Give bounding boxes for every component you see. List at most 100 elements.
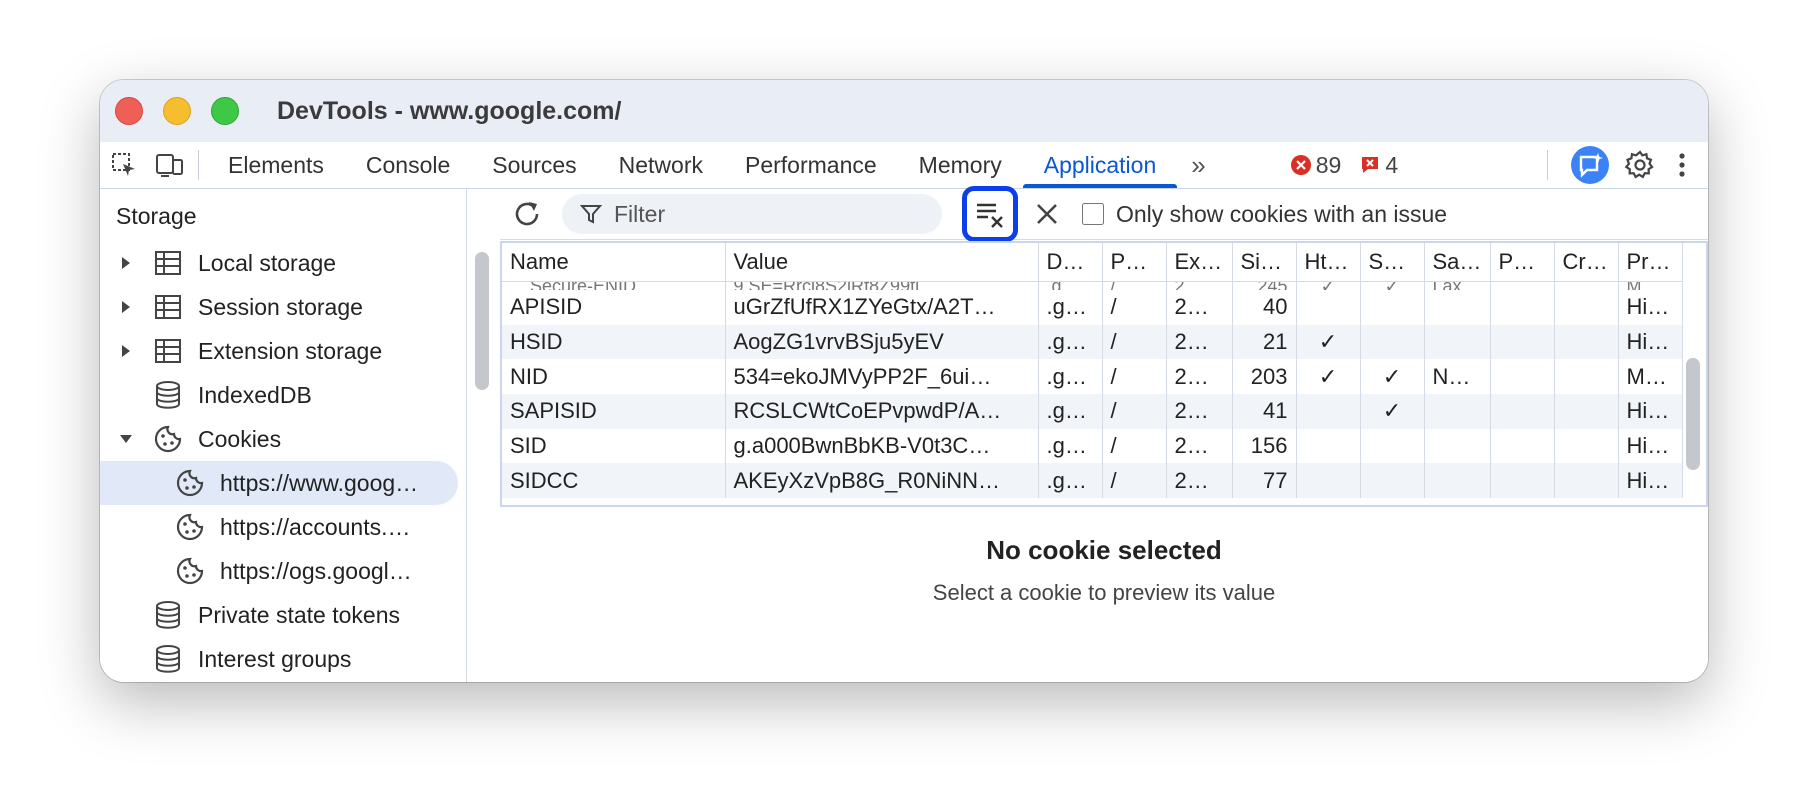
cell-secure: ✓ <box>1360 281 1425 290</box>
cell-path: / <box>1102 324 1167 360</box>
only-issues-label: Only show cookies with an issue <box>1116 200 1448 227</box>
expand-arrow-icon[interactable] <box>116 344 136 358</box>
tab-console[interactable]: Console <box>345 142 471 188</box>
tab-network[interactable]: Network <box>598 142 724 188</box>
cell-secure: ✓ <box>1360 359 1425 395</box>
column-header-name[interactable]: Name <box>502 243 726 282</box>
ai-assistance-icon[interactable] <box>1570 145 1610 185</box>
cell-httponly: ✓ <box>1296 281 1361 290</box>
cell-name: SAPISID <box>502 394 726 429</box>
column-header-httponly[interactable]: Ht… <box>1296 243 1361 282</box>
only-issues-checkbox[interactable] <box>1082 203 1104 225</box>
cell-path: / <box>1102 359 1167 395</box>
filter-input[interactable] <box>612 199 936 229</box>
tab-application[interactable]: Application <box>1022 142 1178 188</box>
column-header-value[interactable]: Value <box>725 243 1039 282</box>
cell-value: RCSLCWtCoEPvpwdP/A… <box>725 394 1039 429</box>
tab-sources[interactable]: Sources <box>471 142 597 188</box>
cell-size: 203 <box>1232 359 1297 395</box>
database-icon <box>152 601 184 629</box>
column-header-path[interactable]: P… <box>1102 243 1167 282</box>
tab-elements[interactable]: Elements <box>207 142 345 188</box>
cell-secure <box>1360 290 1425 325</box>
sidebar-item-cookie-origin-ogs[interactable]: https://ogs.googl… <box>100 549 466 593</box>
maximize-window-button[interactable] <box>211 97 239 125</box>
expand-arrow-icon[interactable] <box>116 256 136 270</box>
sidebar-item-cookie-origin-accounts[interactable]: https://accounts.… <box>100 505 466 549</box>
more-options-icon[interactable] <box>1670 149 1694 181</box>
cell-samesite <box>1424 290 1491 325</box>
close-window-button[interactable] <box>115 97 143 125</box>
refresh-icon[interactable] <box>508 199 546 229</box>
cell-value: AKEyXzVpB8G_R0NiNN… <box>725 463 1039 499</box>
cell-value: 534=ekoJMVyPP2F_6ui… <box>725 359 1039 395</box>
cell-domain: .g… <box>1038 359 1103 395</box>
cell-cross-site <box>1554 359 1619 395</box>
error-count[interactable]: 89 <box>1290 152 1341 179</box>
table-row[interactable]: SID g.a000BwnBbKB-V0t3C… .g…/2… 156 Hi… <box>502 428 1683 464</box>
cell-value: 9.SE=Rrcl8S2lRf8Z99tl… <box>725 281 1039 290</box>
sidebar-item-session-storage[interactable]: Session storage <box>100 285 466 329</box>
table-row[interactable]: SIDCC AKEyXzVpB8G_R0NiNN… .g…/2… 77 Hi… <box>502 463 1683 499</box>
column-header-size[interactable]: Si… <box>1232 243 1297 282</box>
tab-performance[interactable]: Performance <box>724 142 898 188</box>
table-scrollbar[interactable] <box>1686 358 1700 470</box>
sidebar-item-private-state-tokens[interactable]: Private state tokens <box>100 593 466 637</box>
table-row[interactable]: APISID uGrZfUfRX1ZYeGtx/A2T… .g…/2… 40 Hi… <box>502 290 1683 325</box>
delete-selected-icon[interactable] <box>1032 202 1062 226</box>
sidebar-item-label: https://www.goog… <box>220 469 419 496</box>
table-row[interactable]: SAPISID RCSLCWtCoEPvpwdP/A… .g…/2… 41 ✓ Hi… <box>502 394 1683 429</box>
table-row[interactable]: NID 534=ekoJMVyPP2F_6ui… .g…/2… 203 ✓ ✓ N… M… <box>502 359 1683 395</box>
sidebar-item-local-storage[interactable]: Local storage <box>100 241 466 285</box>
table-row-partial[interactable]: __Secure-ENID 9.SE=Rrcl8S2lRf8Z99tl… .g…… <box>502 281 1683 290</box>
column-header-samesite[interactable]: Sa… <box>1424 243 1491 282</box>
table-row[interactable]: HSID AogZG1vrvBSju5yEV .g…/2… 21 ✓ Hi… <box>502 324 1683 360</box>
cell-cross-site <box>1554 394 1619 429</box>
sidebar-item-label: Interest groups <box>198 645 352 672</box>
issue-counters[interactable]: 89 4 <box>1290 152 1398 179</box>
cookie-icon <box>174 512 206 542</box>
more-tabs-button[interactable]: » <box>1177 150 1219 181</box>
inspect-element-icon[interactable] <box>104 142 144 188</box>
error-icon <box>1290 155 1311 175</box>
cell-path: / <box>1102 290 1167 325</box>
sidebar-scrollbar[interactable] <box>475 252 489 390</box>
cell-samesite: Lax <box>1424 281 1491 290</box>
clear-all-cookies-button[interactable] <box>962 186 1018 242</box>
device-toolbar-icon[interactable] <box>150 142 190 188</box>
issue-count[interactable]: 4 <box>1359 152 1398 179</box>
sidebar-item-label: Extension storage <box>198 337 383 364</box>
cell-samesite: N… <box>1424 359 1491 395</box>
cell-value: uGrZfUfRX1ZYeGtx/A2T… <box>725 290 1039 325</box>
sidebar-item-label: Private state tokens <box>198 601 400 628</box>
sidebar-item-indexeddb[interactable]: IndexedDB <box>100 373 466 417</box>
tab-memory[interactable]: Memory <box>898 142 1023 188</box>
column-header-expires[interactable]: Ex… <box>1166 243 1233 282</box>
cell-secure <box>1360 428 1425 464</box>
column-header-priority[interactable]: Pr… <box>1618 243 1683 282</box>
sidebar-item-interest-groups[interactable]: Interest groups <box>100 637 466 681</box>
sidebar-item-cookie-origin-www-google[interactable]: https://www.goog… <box>100 461 458 505</box>
cell-priority: Hi… <box>1618 394 1683 429</box>
filter-field[interactable] <box>562 194 942 234</box>
settings-gear-icon[interactable] <box>1624 149 1656 181</box>
cell-cross-site <box>1554 324 1619 360</box>
only-issues-toggle[interactable]: Only show cookies with an issue <box>1082 201 1447 228</box>
minimize-window-button[interactable] <box>163 97 191 125</box>
cookie-preview: No cookie selected Select a cookie to pr… <box>500 507 1708 682</box>
column-header-domain[interactable]: D… <box>1038 243 1103 282</box>
column-header-cross-site[interactable]: Cr… <box>1554 243 1619 282</box>
column-header-secure[interactable]: S… <box>1360 243 1425 282</box>
cell-size: 77 <box>1232 463 1297 499</box>
sidebar-item-cookies[interactable]: Cookies <box>100 417 466 461</box>
cell-partition-key <box>1490 394 1555 429</box>
cell-httponly <box>1296 428 1361 464</box>
table-icon <box>152 294 184 320</box>
cell-path: / <box>1102 428 1167 464</box>
sidebar-item-extension-storage[interactable]: Extension storage <box>100 329 466 373</box>
table-icon <box>152 338 184 364</box>
collapse-arrow-icon[interactable] <box>116 434 136 444</box>
expand-arrow-icon[interactable] <box>116 300 136 314</box>
window-controls <box>115 97 239 125</box>
column-header-partition-key[interactable]: P… <box>1490 243 1555 282</box>
